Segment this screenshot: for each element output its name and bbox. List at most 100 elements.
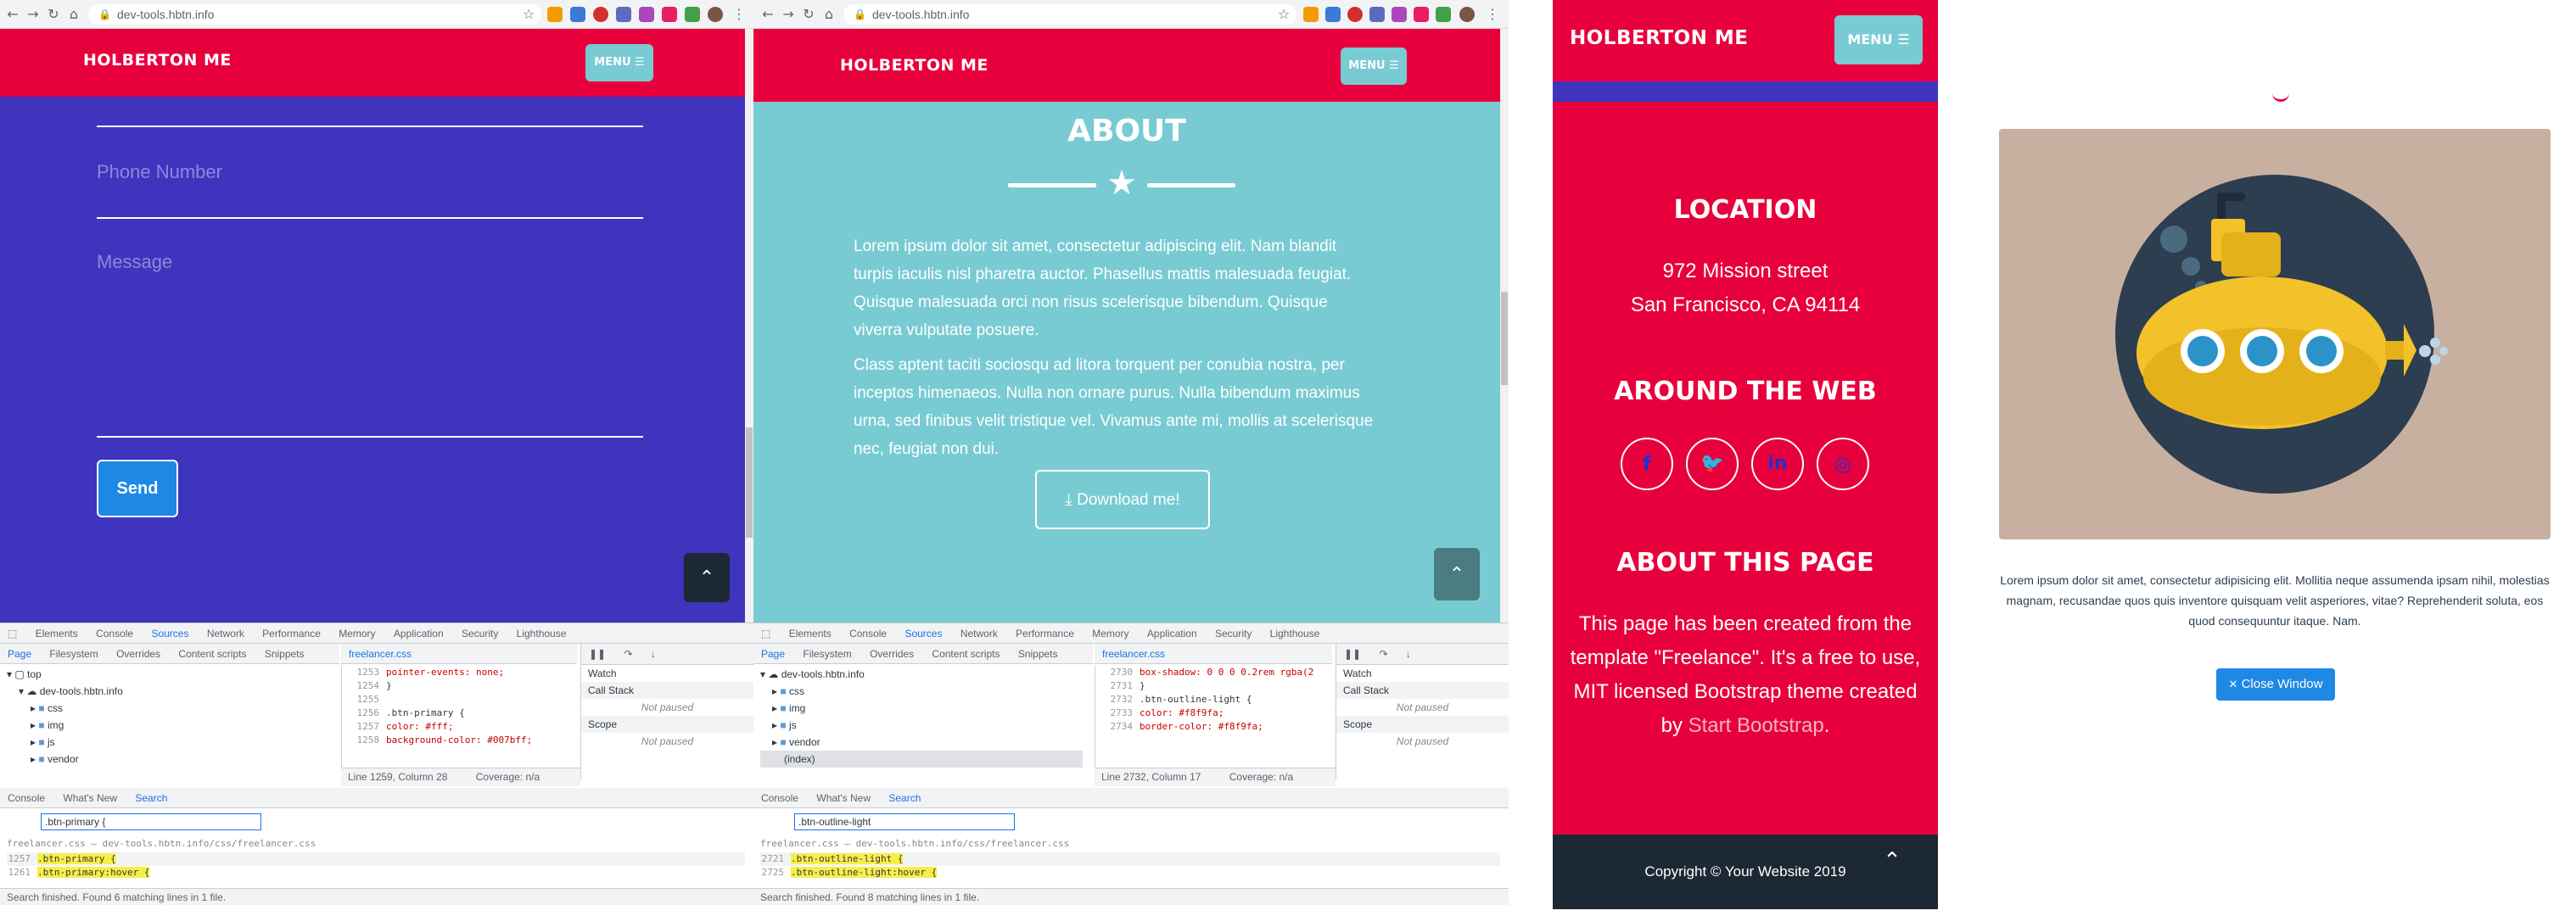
brand-logo[interactable]: HOLBERTON ME [83,51,232,70]
extension-icon[interactable] [1369,7,1385,22]
tab-application[interactable]: Application [386,623,451,643]
forward-icon[interactable]: → [24,5,42,24]
tree-item[interactable]: ▸ ■ vendor [760,734,1083,751]
tab-whats-new[interactable]: What's New [55,788,125,807]
panel-call-stack[interactable]: Call Stack [1336,682,1509,699]
menu-button[interactable]: MENU ☰ [585,44,653,81]
tab-security[interactable]: Security [454,623,506,643]
search-result[interactable]: 1261 .btn-primary:hover { [7,866,745,880]
phone-field[interactable]: Phone Number [97,161,643,192]
back-icon[interactable]: ← [759,5,777,24]
tab-performance[interactable]: Performance [1008,623,1082,643]
reload-icon[interactable]: ↻ [44,5,63,24]
linkedin-icon[interactable]: in [1751,438,1804,490]
devtools-inspect-icon[interactable]: ⬚ [753,623,778,643]
panel-scope[interactable]: Scope [1336,716,1509,733]
tree-item[interactable]: ▸ ■ img [760,700,1083,717]
tab-snippets[interactable]: Snippets [257,644,312,663]
tab-network[interactable]: Network [953,623,1005,643]
search-input[interactable]: .btn-primary { [41,813,261,830]
search-input[interactable]: .btn-outline-light [794,813,1015,830]
modal-close-icon[interactable] [2272,92,2289,102]
tab-console[interactable]: Console [842,623,894,643]
extension-icon[interactable] [685,7,700,22]
extension-icon[interactable] [1436,7,1451,22]
tab-console-drawer[interactable]: Console [0,788,53,807]
extension-icon[interactable] [1303,7,1319,22]
send-button[interactable]: Send [97,460,178,517]
tab-elements[interactable]: Elements [781,623,839,643]
extension-icon[interactable] [616,7,631,22]
file-tab[interactable]: freelancer.css [341,644,419,663]
more-icon[interactable]: ⋮ [1483,5,1502,24]
scrollbar-thumb[interactable] [746,427,753,538]
tab-elements[interactable]: Elements [28,623,86,643]
tab-lighthouse[interactable]: Lighthouse [1263,623,1328,643]
extension-icon[interactable] [570,7,585,22]
menu-button[interactable]: MENU ☰ [1341,47,1407,85]
tree-item[interactable]: ▾ ▢ top [7,666,329,683]
step-over-icon[interactable]: ↷ [1371,644,1395,664]
tree-item[interactable]: ▸ ■ js [760,717,1083,734]
back-icon[interactable]: ← [3,5,22,24]
tab-overrides[interactable]: Overrides [109,644,168,663]
extension-icon[interactable] [1414,7,1429,22]
download-button[interactable]: ⤓ Download me! [1035,470,1210,529]
extension-icon[interactable] [593,7,608,22]
tab-page[interactable]: Page [753,644,792,663]
tab-application[interactable]: Application [1140,623,1205,643]
more-icon[interactable]: ⋮ [730,5,748,24]
dribbble-icon[interactable]: ◎ [1817,438,1869,490]
tab-filesystem[interactable]: Filesystem [795,644,859,663]
tab-search[interactable]: Search [127,788,175,807]
tab-sources[interactable]: Sources [897,623,949,643]
tree-item[interactable]: ▸ ■ vendor [7,751,329,768]
tab-overrides[interactable]: Overrides [862,644,921,663]
facebook-icon[interactable]: f [1621,438,1673,490]
tree-item[interactable]: ▸ ■ css [760,683,1083,700]
search-result-file[interactable]: freelancer.css — dev-tools.hbtn.info/css… [7,837,316,851]
debugger-toolbar[interactable]: ❚❚ ↷ ↓ [1336,644,1509,665]
tab-snippets[interactable]: Snippets [1011,644,1066,663]
tab-search[interactable]: Search [881,788,928,807]
address-bar[interactable]: 🔒 dev-tools.hbtn.info [843,4,1296,25]
extension-icon[interactable] [639,7,654,22]
tree-item[interactable]: ▸ ■ img [7,717,329,734]
tab-sources[interactable]: Sources [143,623,196,643]
tree-item[interactable]: ▾ ☁ dev-tools.hbtn.info [760,666,1083,683]
star-icon[interactable]: ☆ [519,5,538,24]
twitter-icon[interactable]: 🐦 [1686,438,1739,490]
devtools-inspect-icon[interactable]: ⬚ [0,623,25,643]
reload-icon[interactable]: ↻ [799,5,818,24]
debugger-toolbar[interactable]: ❚❚ ↷ ↓ [581,644,753,665]
tab-console-drawer[interactable]: Console [753,788,806,807]
scroll-top-button[interactable]: ⌃ [1434,548,1480,600]
panel-scope[interactable]: Scope [581,716,753,733]
panel-watch[interactable]: Watch [581,665,753,682]
brand-logo[interactable]: HOLBERTON ME [1570,27,1748,49]
brand-logo[interactable]: HOLBERTON ME [840,56,988,75]
tab-memory[interactable]: Memory [331,623,383,643]
tree-item[interactable]: ▾ ☁ dev-tools.hbtn.info [7,683,329,700]
home-icon[interactable]: ⌂ [820,5,838,24]
panel-watch[interactable]: Watch [1336,665,1509,682]
avatar[interactable] [1459,7,1475,22]
menu-button[interactable]: MENU ☰ [1834,15,1923,64]
code-editor[interactable]: 2730 box-shadow: 0 0 0 0.2rem rgba(2 2731… [1095,666,1332,768]
tab-filesystem[interactable]: Filesystem [42,644,105,663]
code-editor[interactable]: 1253 pointer-events: none; 1254} 1255 125… [341,666,577,768]
extension-icon[interactable] [1347,7,1363,22]
tab-page[interactable]: Page [0,644,39,663]
tab-console[interactable]: Console [88,623,141,643]
search-result[interactable]: 1257 .btn-primary { [7,852,745,866]
search-result[interactable]: 2725 .btn-outline-light:hover { [760,866,1500,880]
tab-memory[interactable]: Memory [1084,623,1136,643]
tab-lighthouse[interactable]: Lighthouse [509,623,574,643]
extension-icon[interactable] [662,7,677,22]
panel-call-stack[interactable]: Call Stack [581,682,753,699]
search-result-file[interactable]: freelancer.css — dev-tools.hbtn.info/css… [760,837,1069,851]
extension-icon[interactable] [1392,7,1407,22]
start-bootstrap-link[interactable]: Start Bootstrap [1688,714,1824,737]
step-over-icon[interactable]: ↷ [616,644,640,664]
forward-icon[interactable]: → [779,5,798,24]
